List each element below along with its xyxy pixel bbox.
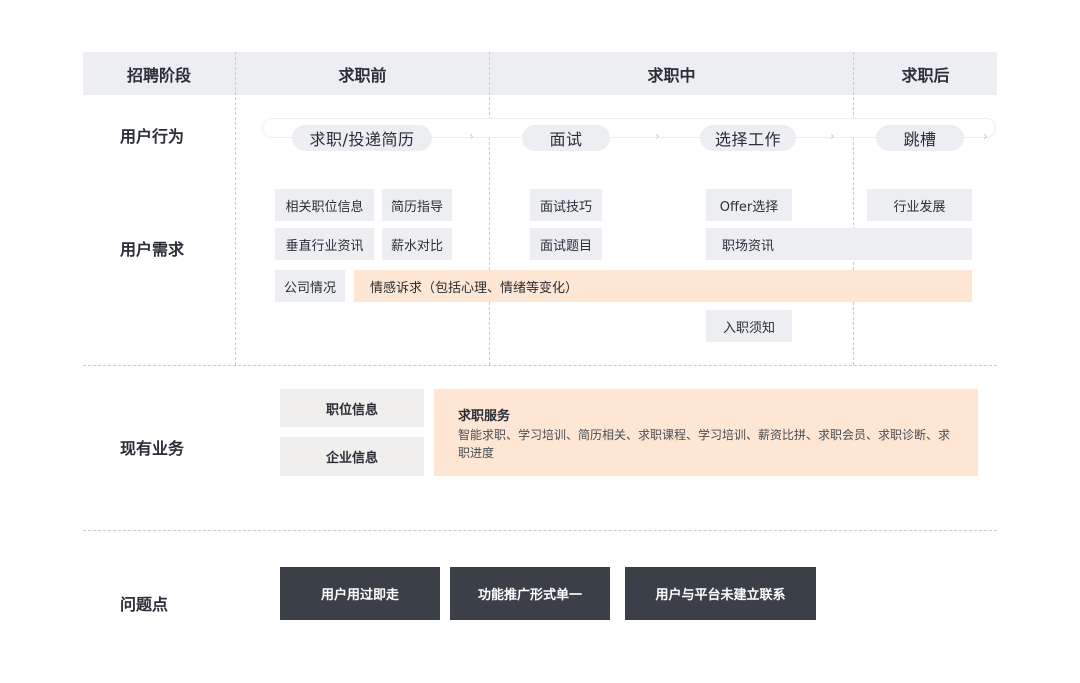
need-tag-emotional: 情感诉求（包括心理、情绪等变化） <box>354 270 972 302</box>
need-tag: 垂直行业资讯 <box>275 228 374 260</box>
need-tag: 公司情况 <box>275 270 345 302</box>
stage-before-header: 求职前 <box>338 65 387 85</box>
stage-during-header: 求职中 <box>647 65 696 85</box>
column-divider <box>489 52 490 365</box>
need-tag: 面试题目 <box>530 228 602 260</box>
stage-header-label: 招聘阶段 <box>126 65 191 85</box>
need-tag: 入职须知 <box>706 310 792 342</box>
need-tag: Offer选择 <box>706 189 792 221</box>
column-divider <box>853 52 854 365</box>
need-tag: 薪水对比 <box>382 228 452 260</box>
row-label-problems: 问题点 <box>120 595 169 614</box>
journey-step: 跳槽 <box>876 125 964 151</box>
journey-step: 求职/投递简历 <box>292 125 432 151</box>
business-service-desc: 智能求职、学习培训、简历相关、求职课程、学习培训、薪资比拼、求职会员、求职诊断、… <box>458 428 951 460</box>
problem-card: 用户用过即走 <box>280 567 440 620</box>
row-label-business: 现有业务 <box>120 439 185 458</box>
business-service-title: 求职服务 <box>458 409 511 424</box>
business-job-info: 职位信息 <box>280 389 424 427</box>
stage-after-header: 求职后 <box>901 65 950 85</box>
row-label-behavior: 用户行为 <box>120 127 185 146</box>
journey-step: 选择工作 <box>700 125 796 151</box>
need-tag: 相关职位信息 <box>275 189 374 221</box>
business-job-service: 求职服务 智能求职、学习培训、简历相关、求职课程、学习培训、薪资比拼、求职会员、… <box>434 389 978 476</box>
business-company-info: 企业信息 <box>280 437 424 476</box>
need-tag: 简历指导 <box>382 189 452 221</box>
row-divider <box>83 530 997 531</box>
problem-card: 功能推广形式单一 <box>450 567 610 620</box>
row-label-needs: 用户需求 <box>120 240 185 259</box>
need-tag: 面试技巧 <box>530 189 602 221</box>
chevron-right-icon: › <box>830 129 835 143</box>
chevron-right-icon: › <box>469 129 474 143</box>
journey-step: 面试 <box>522 125 610 151</box>
row-divider <box>83 365 997 366</box>
need-tag: 职场资讯 <box>706 228 972 260</box>
chevron-right-icon: › <box>655 129 660 143</box>
column-divider <box>235 52 236 365</box>
problem-card: 用户与平台未建立联系 <box>625 567 816 620</box>
need-tag: 行业发展 <box>867 189 972 221</box>
chevron-right-icon: › <box>983 129 988 143</box>
